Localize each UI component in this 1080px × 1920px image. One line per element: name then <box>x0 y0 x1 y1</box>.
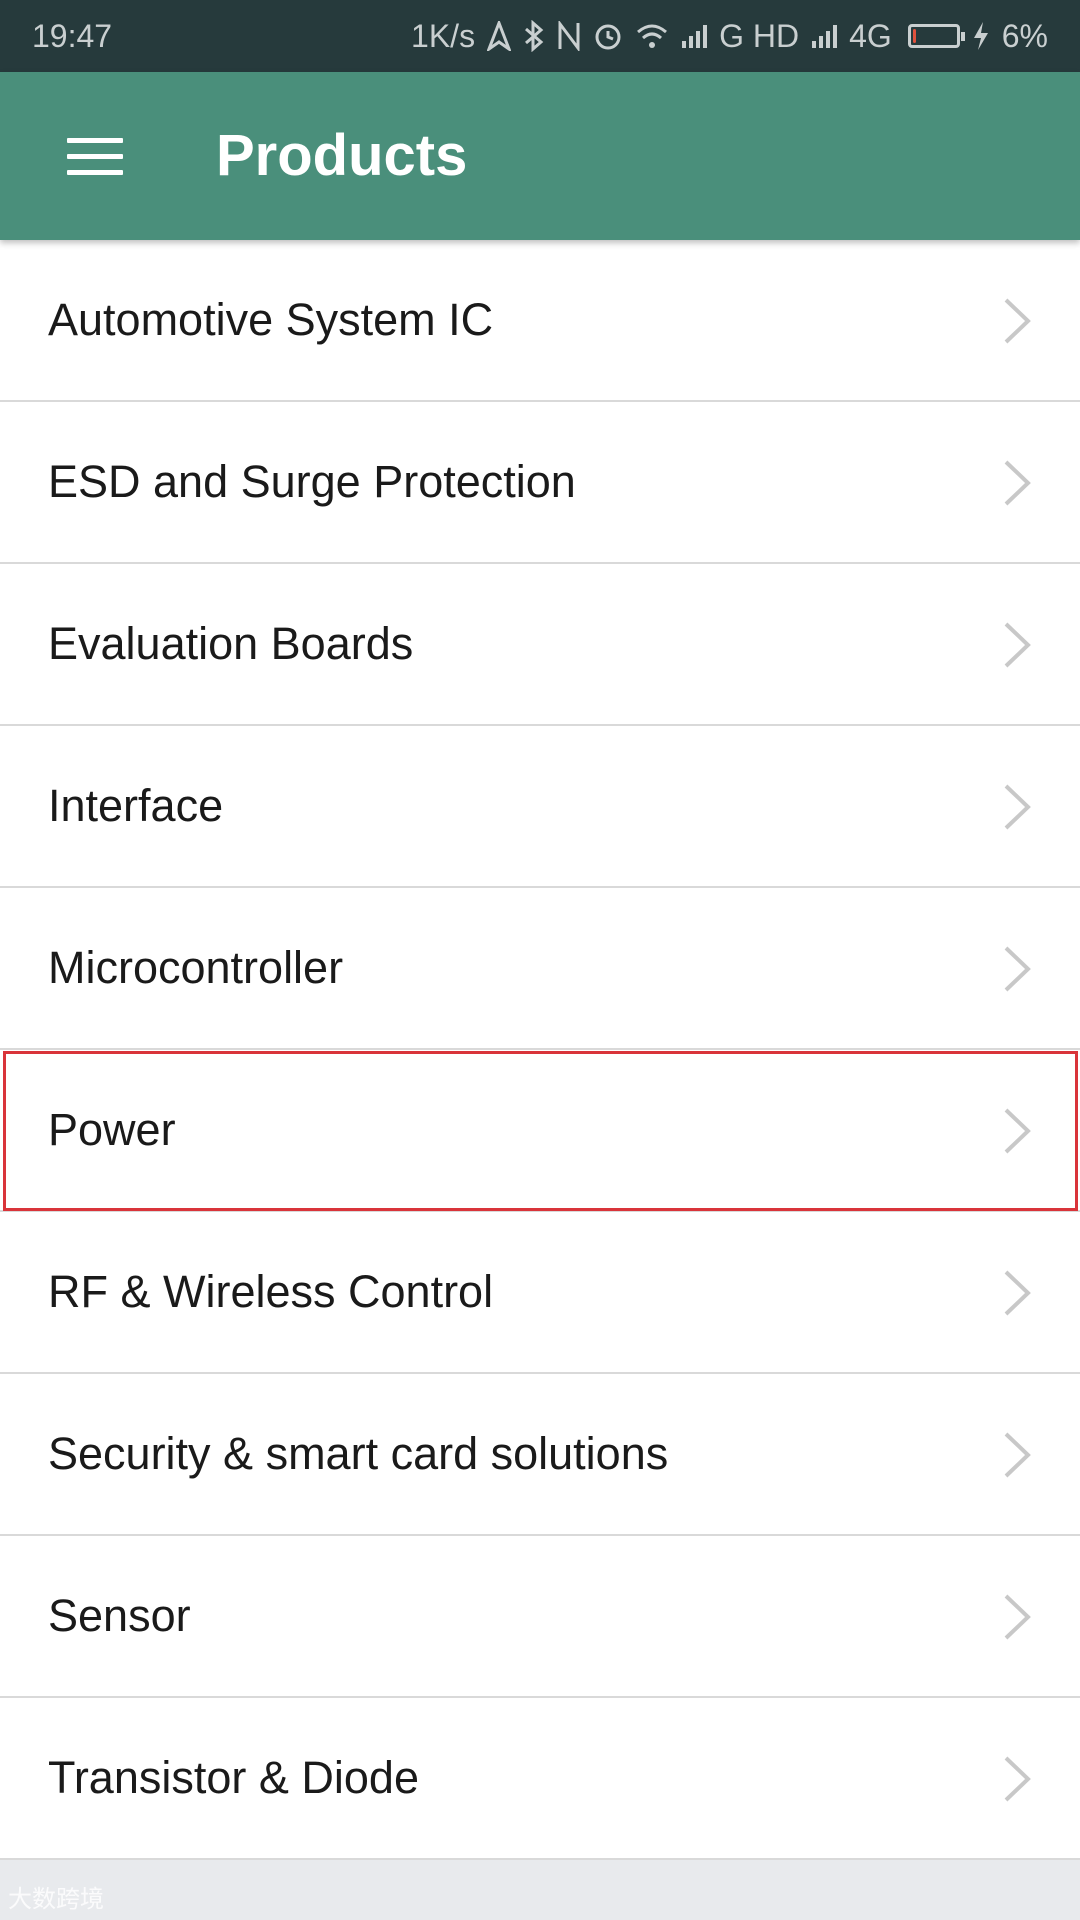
list-item-label: Power <box>48 1104 176 1155</box>
chevron-right-icon <box>1004 622 1031 668</box>
list-item-label: Interface <box>48 780 224 831</box>
signal-type-1: G HD <box>719 17 800 54</box>
chevron-right-icon <box>1004 1270 1031 1316</box>
battery-icon <box>907 24 965 48</box>
status-time: 19:47 <box>32 17 113 54</box>
charging-icon <box>973 22 988 50</box>
list-item-security-smart-card-solutions[interactable]: Security & smart card solutions <box>0 1374 1080 1536</box>
list-item-evaluation-boards[interactable]: Evaluation Boards <box>0 564 1080 726</box>
list-item-label: Evaluation Boards <box>48 618 414 669</box>
signal-type-2: 4G <box>849 17 892 54</box>
list-item-esd-and-surge-protection[interactable]: ESD and Surge Protection <box>0 402 1080 564</box>
list-item-sensor[interactable]: Sensor <box>0 1536 1080 1698</box>
list-item-label: RF & Wireless Control <box>48 1266 494 1317</box>
list-item-rf-wireless-control[interactable]: RF & Wireless Control <box>0 1212 1080 1374</box>
chevron-right-icon <box>1004 1432 1031 1478</box>
list-item-interface[interactable]: Interface <box>0 726 1080 888</box>
list-item-label: Microcontroller <box>48 942 344 993</box>
status-icons: 1K/s G HD 4G 6% <box>411 18 1048 55</box>
list-item-transistor-diode[interactable]: Transistor & Diode <box>0 1698 1080 1860</box>
battery-percent: 6% <box>1001 17 1048 54</box>
location-icon <box>487 21 512 51</box>
signal-icon <box>812 25 838 48</box>
chevron-right-icon <box>1004 460 1031 506</box>
chevron-right-icon <box>1004 946 1031 992</box>
chevron-right-icon <box>1004 298 1031 344</box>
list-item-label: Automotive System IC <box>48 294 494 345</box>
page-title: Products <box>216 123 468 188</box>
chevron-right-icon <box>1004 784 1031 830</box>
list-item-label: Security & smart card solutions <box>48 1428 669 1479</box>
battery-level <box>912 29 916 43</box>
list-item-power[interactable]: Power <box>0 1050 1080 1212</box>
bluetooth-icon <box>525 20 544 52</box>
chevron-right-icon <box>1004 1756 1031 1802</box>
menu-bar-line <box>67 137 123 143</box>
list-item-label: ESD and Surge Protection <box>48 456 576 507</box>
net-speed: 1K/s <box>411 17 476 54</box>
list-item-microcontroller[interactable]: Microcontroller <box>0 888 1080 1050</box>
hamburger-menu-icon[interactable] <box>50 116 140 196</box>
wifi-icon <box>637 24 668 48</box>
list-item-label: Sensor <box>48 1590 191 1641</box>
alarm-icon <box>595 24 621 50</box>
menu-bar-line <box>67 169 123 175</box>
menu-bar-line <box>67 153 123 159</box>
status-bar: 19:47 1K/s G HD 4G 6% <box>0 0 1080 72</box>
list-item-automotive-system-ic[interactable]: Automotive System IC <box>0 240 1080 402</box>
chevron-right-icon <box>1004 1108 1031 1154</box>
product-list: Automotive System IC ESD and Surge Prote… <box>0 240 1080 1860</box>
watermark: 大数跨境 <box>8 1886 104 1913</box>
signal-icon <box>682 25 708 48</box>
list-item-label: Transistor & Diode <box>48 1752 419 1803</box>
chevron-right-icon <box>1004 1594 1031 1640</box>
app-bar: Products <box>0 72 1080 240</box>
nfc-icon <box>558 21 580 51</box>
